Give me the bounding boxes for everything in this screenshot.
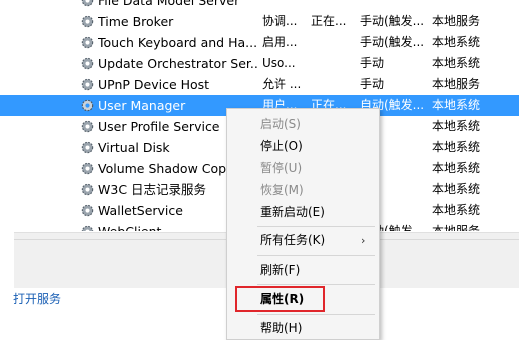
service-startup-type: 手动(触发... bbox=[360, 14, 425, 28]
service-logon-as: 本地系统 bbox=[432, 182, 481, 196]
service-gear-icon bbox=[81, 183, 94, 196]
service-name: Time Broker bbox=[98, 14, 174, 29]
properties-highlight-box bbox=[235, 286, 325, 312]
service-row[interactable]: Update Orchestrator Ser... Uso... 手动 本地系… bbox=[0, 53, 519, 74]
menu-item-refresh[interactable]: 刷新(F) bbox=[260, 260, 300, 280]
menu-item-pause: 暂停(U) bbox=[260, 161, 303, 175]
service-gear-icon bbox=[81, 78, 94, 91]
service-logon-as: 本地系统 bbox=[432, 119, 481, 133]
service-gear-icon bbox=[81, 57, 94, 70]
service-logon-as: 本地服务 bbox=[432, 14, 481, 28]
service-startup-type: 手动(触发... bbox=[360, 35, 425, 49]
submenu-arrow-icon: › bbox=[361, 234, 366, 247]
service-row[interactable]: File Data Model Server bbox=[0, 0, 519, 11]
service-description: 启用... bbox=[262, 35, 298, 49]
service-logon-as: 本地系统 bbox=[432, 203, 481, 217]
service-gear-icon bbox=[81, 0, 94, 7]
service-logon-as: 本地系统 bbox=[432, 161, 481, 175]
menu-separator bbox=[257, 284, 375, 285]
service-startup-type: 手动 bbox=[360, 56, 385, 70]
service-status: 正在... bbox=[311, 14, 347, 28]
service-name: Touch Keyboard and Ha... bbox=[98, 35, 258, 50]
service-gear-icon bbox=[81, 162, 94, 175]
menu-separator bbox=[257, 255, 375, 256]
service-logon-as: 本地系统 bbox=[432, 56, 481, 70]
service-gear-icon bbox=[81, 204, 94, 217]
service-description: 允许 ... bbox=[262, 77, 302, 91]
menu-item-all-tasks[interactable]: 所有任务(K) bbox=[260, 230, 325, 250]
service-logon-as: 本地系统 bbox=[432, 35, 481, 49]
service-gear-icon bbox=[81, 15, 94, 28]
menu-item-resume: 恢复(M) bbox=[260, 183, 304, 197]
menu-item-help[interactable]: 帮助(H) bbox=[260, 318, 302, 338]
menu-item-stop[interactable]: 停止(O) bbox=[260, 136, 303, 156]
service-name: Update Orchestrator Ser... bbox=[98, 56, 258, 71]
service-name: UPnP Device Host bbox=[98, 77, 210, 92]
open-services-link[interactable]: 打开服务 bbox=[13, 290, 61, 307]
service-description: 协调... bbox=[262, 14, 298, 28]
service-row[interactable]: Touch Keyboard and Ha... 启用... 手动(触发... … bbox=[0, 32, 519, 53]
service-gear-icon bbox=[81, 99, 94, 112]
service-gear-icon bbox=[81, 225, 94, 231]
menu-item-restart[interactable]: 重新启动(E) bbox=[260, 202, 325, 222]
service-row[interactable]: UPnP Device Host 允许 ... 手动 本地服务 bbox=[0, 74, 519, 95]
service-logon-as: 本地系统 bbox=[432, 140, 481, 154]
service-logon-as: 本地系统 bbox=[432, 98, 481, 112]
service-startup-type: 手动 bbox=[360, 77, 385, 91]
context-menu: 启动(S) 停止(O) 暂停(U) 恢复(M) 重新启动(E) 所有任务(K) … bbox=[226, 108, 380, 340]
service-gear-icon bbox=[81, 120, 94, 133]
service-description: Uso... bbox=[262, 56, 296, 70]
menu-separator bbox=[257, 314, 375, 315]
service-gear-icon bbox=[81, 141, 94, 154]
service-logon-as: 本地服务 bbox=[432, 224, 481, 231]
service-gear-icon bbox=[81, 36, 94, 49]
menu-separator bbox=[257, 226, 375, 227]
service-name: File Data Model Server bbox=[98, 0, 240, 8]
menu-item-start: 启动(S) bbox=[260, 117, 301, 131]
service-row[interactable]: Time Broker 协调... 正在... 手动(触发... 本地服务 bbox=[0, 11, 519, 32]
service-logon-as: 本地服务 bbox=[432, 77, 481, 91]
